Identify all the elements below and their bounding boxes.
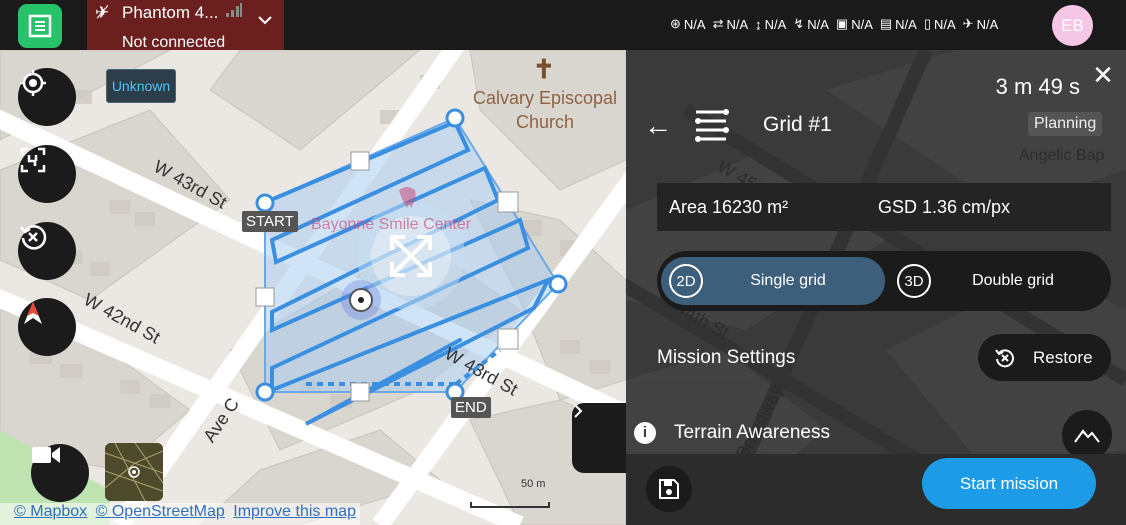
save-icon [659,479,679,499]
terrain-awareness-row[interactable]: i Terrain Awareness [634,422,830,444]
drone-battery-icon: ▤ [879,16,893,31]
telemetry-value: N/A [683,16,706,32]
fit-bounds-icon [20,147,46,173]
drone-selector[interactable]: ✈̸ Phantom 4... Not connected [87,0,284,51]
telemetry-item: ↯ N/A [793,16,829,32]
map-view[interactable]: ✝ Calvary Episcopal Church Bayonne Smile… [0,50,626,525]
sd-card-icon: ▯ [923,16,931,31]
panel-footer: Start mission [626,454,1126,525]
compass-north-icon [24,302,42,324]
telemetry-value: N/A [976,16,999,32]
poi-label: Bayonne Smile Center [311,216,472,233]
flight-duration: 3 m 49 s [995,74,1080,99]
mission-title[interactable]: Grid #1 [763,113,832,137]
telemetry-value: N/A [726,16,749,32]
start-mission-button[interactable]: Start mission [922,458,1096,509]
telemetry-value: N/A [895,16,917,32]
gsd-value: GSD 1.36 cm/px [878,197,1011,217]
chevron-down-icon [258,16,272,25]
telemetry-item: ▤ N/A [880,16,917,32]
close-button[interactable]: ✕ [1090,62,1116,88]
rotate-clear-icon [20,225,47,250]
mission-panel: W 45 W 44th St Broadway Angelic Bap ✕ 3 … [626,50,1126,525]
restore-label: Restore [1033,348,1093,367]
mapbox-link[interactable]: © Mapbox [14,503,87,520]
terrain-toggle-button[interactable] [1062,410,1112,460]
openstreetmap-link[interactable]: © OpenStreetMap [96,503,225,520]
mountain-icon [1074,429,1100,443]
improve-map-link[interactable]: Improve this map [233,503,356,520]
camera-view-button[interactable] [31,444,89,502]
grid-mode-toggle: 2D Single grid 3D Double grid [657,251,1111,311]
telemetry-item: ⇄ N/A [713,16,749,32]
chevron-right-icon [574,404,583,418]
restore-button[interactable]: Restore [978,334,1111,381]
height-icon: ↨ [755,16,762,32]
terrain-awareness-label: Terrain Awareness [674,422,830,444]
fit-bounds-button[interactable] [18,145,76,203]
panel-toggle-tab[interactable] [572,403,626,473]
mission-stats: Area 16230 m² GSD 1.36 cm/px [657,183,1111,231]
gps-icon: ⊛ [670,16,681,31]
church-label: Calvary Episcopal Church [472,88,618,132]
telemetry-item: ↨ N/A [755,16,786,32]
telemetry-item: ✈ N/A [963,16,999,32]
locate-button[interactable] [18,68,76,126]
app-root: ✈̸ Phantom 4... Not connected ⊛ N/A ⇄ N/A ↨ N… [0,0,1126,525]
compass-button[interactable] [18,298,76,356]
minimap-thumbnail[interactable] [105,443,163,501]
video-camera-icon [32,447,60,463]
clear-path-button[interactable] [18,222,76,280]
telemetry-item: ⊛ N/A [670,16,706,32]
mode-label: Single grid [750,272,826,289]
mission-settings-heading: Mission Settings [657,347,796,368]
signal-strength-icon [226,3,242,17]
telemetry-value: N/A [807,16,829,32]
top-bar: ✈̸ Phantom 4... Not connected ⊛ N/A ⇄ N/A ↨ N… [0,0,1126,51]
map-attribution: © Mapbox © OpenStreetMap Improve this ma… [0,503,360,525]
telemetry-strip: ⊛ N/A ⇄ N/A ↨ N/A ↯ N/A ▣ N/A ▤ N/A ▯ N/A ✈ N/A [670,16,998,32]
app-logo-icon [28,14,52,38]
distance-icon: ↯ [793,16,805,31]
crosshair-icon [20,70,46,96]
telemetry-value: N/A [764,16,787,32]
save-button[interactable] [646,466,692,512]
remote-battery-icon: ▣ [835,16,849,31]
telemetry-item: ▯ N/A [924,16,956,32]
link-icon: ⇄ [712,16,724,31]
user-avatar[interactable]: EB [1052,5,1093,46]
back-arrow-button[interactable]: ← [644,110,672,142]
scale-bar [470,502,550,508]
telemetry-value: N/A [851,16,873,32]
single-grid-option[interactable]: 2D Single grid [661,257,885,305]
mission-status-chip: Planning [1028,112,1103,136]
restore-icon [995,349,1014,368]
area-value: Area 16230 m² [669,197,789,217]
start-marker-label: START [242,211,298,232]
mode-label: Double grid [972,272,1054,289]
flight-status-badge: Unknown [106,69,176,103]
minimap-image [105,443,163,501]
end-marker-label: END [451,397,491,418]
church-icon: ✝ [533,54,555,84]
scale-label: 50 m [521,478,546,490]
double-grid-option[interactable]: 3D Double grid [889,257,1107,305]
info-icon[interactable]: i [634,422,656,444]
telemetry-item: ▣ N/A [836,16,873,32]
telemetry-value: N/A [934,16,956,32]
satellite-icon: ✈ [962,16,974,31]
panel-street-label: Angelic Bap [1019,147,1104,164]
drone-disconnected-icon: ✈̸ [95,3,110,22]
drone-name: Phantom 4... [122,3,219,22]
app-logo-button[interactable] [18,4,62,48]
grid-mission-icon [695,109,729,142]
